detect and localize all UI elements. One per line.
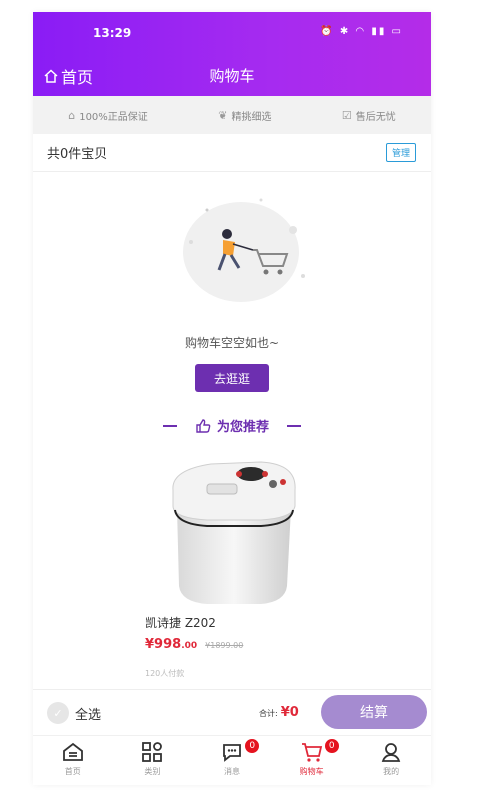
cart-count-row: 共0件宝贝 管理 [33,134,431,172]
page-title: 购物车 [209,67,255,85]
price-integer: ¥998 [145,637,182,652]
checkout-button[interactable]: 结算 [321,695,427,729]
cart-icon [301,743,322,762]
recommend-title: 为您推荐 [216,420,269,435]
total: 合计: ¥0 [259,705,299,720]
guarantee-aftersale: ☑ 售后无忧 [342,108,396,123]
leaf-icon: ❦ [218,108,228,122]
tab-cart[interactable]: 0 购物车 [272,736,352,785]
guarantee-bar: ⌂ 100%正品保证 ❦ 精挑细选 ☑ 售后无忧 [33,96,431,134]
tab-profile[interactable]: 我的 [351,736,431,785]
header: 13:29 ⏰ ✱ ◠ ▮▮ ▭ 首页 购物车 [33,12,431,96]
guarantee-label: 精挑细选 [231,111,272,123]
status-time: 13:29 [93,26,132,40]
divider-right [287,424,301,427]
cart-count: 共0件宝贝 [47,147,108,162]
tab-label: 消息 [223,767,240,776]
total-amount: ¥0 [280,705,299,720]
select-all-toggle[interactable]: ✓ 全选 [47,702,101,724]
tab-label: 我的 [383,767,400,776]
tab-messages[interactable]: 0 消息 [192,736,272,785]
cart-badge: 0 [323,738,340,754]
select-all-label: 全选 [75,707,102,723]
tab-home[interactable]: 首页 [33,736,113,785]
tab-bar: 首页 类别 0 消息 0 购物车 我的 [33,735,431,785]
signal-icon: ▮▮ [371,26,387,37]
category-icon [142,742,163,762]
empty-cart-illustration [183,198,305,302]
alarm-icon: ⏰ [320,26,335,37]
total-label: 合计: [259,709,278,718]
thumbs-up-icon [196,418,211,433]
message-badge: 0 [244,738,261,754]
product-image[interactable] [151,450,311,610]
product-name[interactable]: 凯诗捷 Z202 [145,614,216,631]
app-screen: 13:29 ⏰ ✱ ◠ ▮▮ ▭ 首页 购物车 ⌂ 100%正品保证 ❦ 精挑细… [33,12,431,785]
divider-left [162,424,177,427]
product-price: ¥998.00 [145,637,197,652]
checkout-bar: ✓ 全选 合计: ¥0 结算 [33,689,431,735]
battery-icon: ▭ [391,26,403,37]
bluetooth-icon: ✱ [339,26,351,37]
checkbox-circle-icon[interactable]: ✓ [47,702,69,724]
guarantee-genuine: ⌂ 100%正品保证 [68,108,148,123]
message-icon [223,744,241,762]
product-price-row: ¥998.00 ¥1899.00 [145,637,243,652]
home-tab-icon [62,742,83,761]
empty-cart-message: 购物车空空如也~ [184,336,280,350]
home-icon: ⌂ [68,108,76,122]
manage-button[interactable]: 管理 [385,143,416,162]
product-sold-count: 120人付款 [145,669,185,678]
guarantee-label: 售后无忧 [355,111,396,123]
guarantee-label: 100%正品保证 [79,111,148,123]
go-shopping-button[interactable]: 去逛逛 [195,364,269,392]
status-bar: 13:29 ⏰ ✱ ◠ ▮▮ ▭ [33,24,431,44]
tab-label: 购物车 [299,767,324,776]
tab-label: 首页 [64,767,81,776]
product-original-price: ¥1899.00 [205,641,244,650]
check-icon: ☑ [341,108,352,122]
tab-label: 类别 [144,767,161,776]
recommend-header: 为您推荐 [33,416,431,435]
tab-category[interactable]: 类别 [113,736,193,785]
price-decimal: .00 [181,641,198,651]
status-icons: ⏰ ✱ ◠ ▮▮ ▭ [320,26,403,37]
guarantee-selected: ❦ 精挑细选 [218,108,271,123]
wifi-icon: ◠ [355,26,367,37]
user-icon [381,743,401,762]
